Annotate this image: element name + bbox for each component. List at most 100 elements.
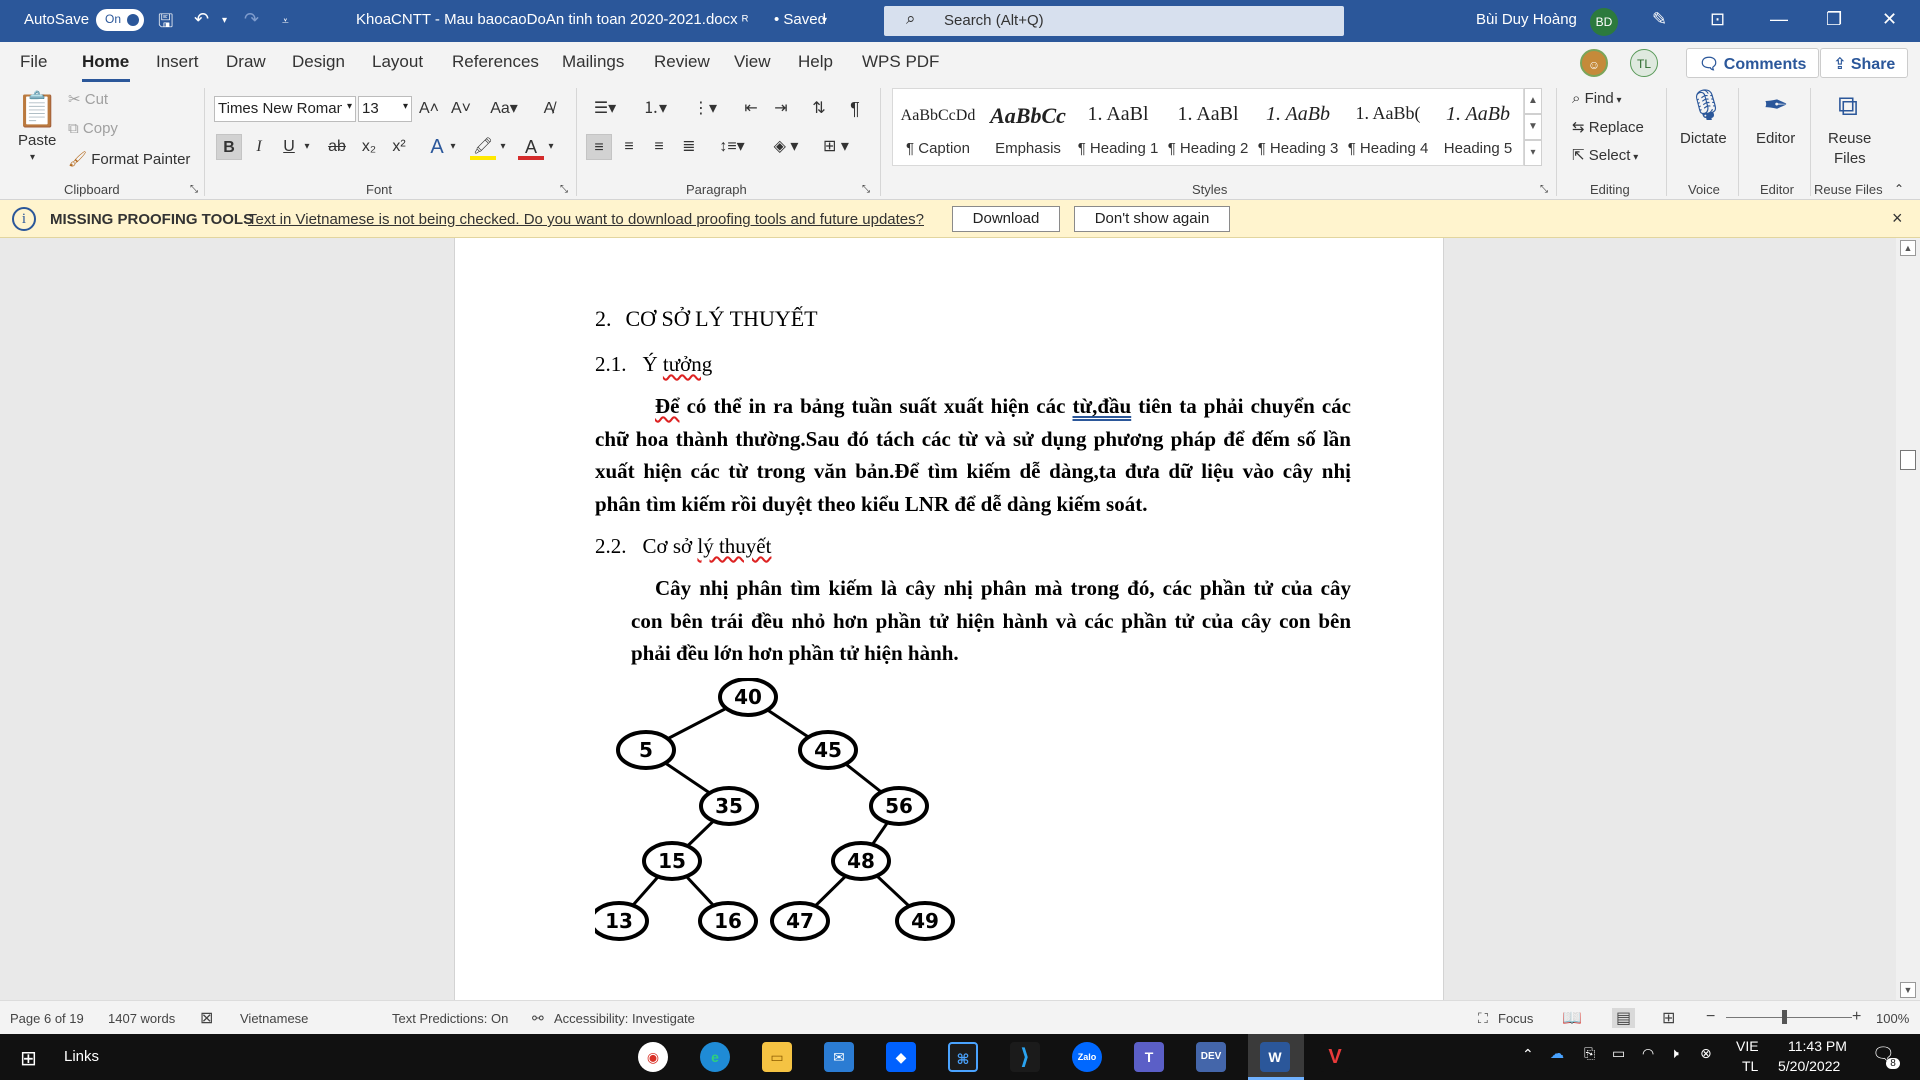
borders-icon[interactable]: ⊞ ▾ [816, 134, 856, 160]
select-button[interactable]: ⇱ Select ▾ [1572, 146, 1638, 164]
font-color-dropdown-icon[interactable]: ▾ [544, 134, 558, 160]
save-icon[interactable]: 🖫 [158, 9, 173, 39]
tab-mailings[interactable]: Mailings [562, 52, 624, 72]
focus-mode[interactable]: Focus [1498, 1011, 1533, 1026]
bookmark-app-icon[interactable]: ⌘ [948, 1042, 978, 1072]
style-caption[interactable]: AaBbCcDd ¶ Caption [893, 89, 983, 165]
line-spacing-icon[interactable]: ↕≡▾ [712, 134, 752, 160]
highlight-dropdown-icon[interactable]: ▾ [496, 134, 510, 160]
vertical-scrollbar[interactable]: ▲ ▼ [1896, 238, 1920, 1000]
tab-wps-pdf[interactable]: WPS PDF [862, 52, 939, 72]
editor-pen-icon[interactable]: ✒ [1756, 88, 1796, 123]
styles-more-icon[interactable]: ▾ [1524, 140, 1542, 166]
input-language[interactable]: VIE [1736, 1038, 1759, 1054]
numbering-icon[interactable]: ⒈▾ [636, 96, 674, 122]
paste-dropdown-icon[interactable]: ▾ [30, 152, 35, 163]
editor-label[interactable]: Editor [1756, 130, 1795, 147]
styles-scroll-up-icon[interactable]: ▲ [1524, 88, 1542, 114]
style-heading-3[interactable]: 1. AaBb ¶ Heading 3 [1253, 89, 1343, 165]
battery-icon[interactable]: ▭ [1612, 1045, 1625, 1062]
tab-help[interactable]: Help [798, 52, 833, 72]
mail-icon[interactable]: ✉ [824, 1042, 854, 1072]
volume-icon[interactable]: 🕨 [1670, 1045, 1679, 1062]
mute-mic-icon[interactable]: ⊗ [1700, 1045, 1712, 1062]
undo-dropdown-icon[interactable]: ▾ [222, 15, 227, 26]
dont-show-again-button[interactable]: Don't show again [1074, 206, 1230, 232]
page-count[interactable]: Page 6 of 19 [10, 1011, 84, 1026]
style-heading-1[interactable]: 1. AaBl ¶ Heading 1 [1073, 89, 1163, 165]
show-formatting-marks-icon[interactable]: ¶ [842, 96, 868, 122]
styles-scroll-down-icon[interactable]: ▼ [1524, 114, 1542, 140]
save-status[interactable]: • Saved [774, 11, 826, 28]
clear-formatting-icon[interactable]: A̸ [536, 96, 562, 122]
windows-start-icon[interactable]: ⊞ [20, 1046, 37, 1071]
replace-button[interactable]: ⇆ Replace [1572, 118, 1644, 136]
format-painter-button[interactable]: 🖌 Format Painter [68, 150, 190, 168]
highlight-icon[interactable]: 🖍 [470, 134, 496, 160]
increase-indent-icon[interactable]: ⇥ [768, 96, 794, 122]
paragraph-idea[interactable]: Để có thể in ra bảng tuần suất xuất hiện… [595, 390, 1351, 520]
word-count[interactable]: 1407 words [108, 1011, 175, 1026]
tab-insert[interactable]: Insert [156, 52, 199, 72]
shading-icon[interactable]: ◈ ▾ [766, 134, 806, 160]
clock-time[interactable]: 11:43 PM [1788, 1038, 1847, 1054]
onedrive-icon[interactable]: ☁ [1550, 1045, 1564, 1062]
strikethrough-button[interactable]: ab [324, 134, 350, 160]
collapse-ribbon-icon[interactable]: ⌃ [1894, 182, 1904, 196]
bold-button[interactable]: B [216, 134, 242, 160]
zoom-slider-thumb[interactable] [1782, 1010, 1787, 1024]
tab-design[interactable]: Design [292, 52, 345, 72]
file-explorer-icon[interactable]: ▭ [762, 1042, 792, 1072]
font-color-icon[interactable]: A [518, 134, 544, 160]
clipboard-launcher-icon[interactable]: ⤡ [190, 184, 198, 195]
word-icon[interactable]: W [1260, 1042, 1290, 1072]
zoom-level[interactable]: 100% [1876, 1011, 1909, 1026]
tab-file[interactable]: File [20, 52, 47, 72]
language[interactable]: Vietnamese [240, 1011, 308, 1026]
wifi-icon[interactable]: ◠ [1642, 1045, 1654, 1062]
zoom-out-icon[interactable]: − [1706, 1008, 1715, 1026]
pen-icon[interactable]: ✎ [1652, 9, 1667, 30]
document-title[interactable]: KhoaCNTT - Mau baocaoDoAn tinh toan 2020… [356, 11, 738, 28]
style-heading-2[interactable]: 1. AaBl ¶ Heading 2 [1163, 89, 1253, 165]
copy-button[interactable]: ⧉ Copy [68, 120, 118, 137]
scroll-thumb[interactable] [1900, 450, 1916, 470]
superscript-button[interactable]: x² [386, 134, 412, 160]
redo-icon[interactable]: ↷ [244, 9, 259, 30]
coauthor-avatar[interactable]: TL [1630, 49, 1658, 77]
vscode-icon[interactable]: ⟩ [1010, 1042, 1040, 1072]
reuse-files-icon[interactable]: ⧉ [1828, 90, 1868, 123]
clock-date[interactable]: 5/20/2022 [1778, 1058, 1840, 1074]
scroll-up-icon[interactable]: ▲ [1900, 240, 1916, 256]
align-left-icon[interactable]: ≡ [586, 134, 612, 160]
font-launcher-icon[interactable]: ⤡ [560, 184, 568, 195]
style-emphasis[interactable]: AaBbCc Emphasis [983, 89, 1073, 165]
align-right-icon[interactable]: ≡ [646, 134, 672, 160]
customize-quick-access-icon[interactable]: ⩡ [282, 14, 289, 29]
share-button[interactable]: ⇪ Share [1820, 48, 1909, 78]
infobar-message-link[interactable]: Text in Vietnamese is not being checked.… [248, 211, 924, 228]
user-name[interactable]: Bùi Duy Hoàng [1476, 11, 1577, 28]
minimize-icon[interactable]: — [1770, 9, 1788, 30]
paragraph-launcher-icon[interactable]: ⤡ [862, 184, 870, 195]
save-status-chevron-icon[interactable]: ▾ [822, 15, 827, 26]
profile-photo-avatar[interactable]: ☺ [1580, 49, 1608, 77]
italic-button[interactable]: I [246, 134, 272, 160]
heading-2-1[interactable]: 2.1. Ý tưởng [595, 352, 712, 377]
justify-icon[interactable]: ≣ [676, 134, 702, 160]
bullets-icon[interactable]: ☰▾ [586, 96, 624, 122]
chrome-icon[interactable]: ◉ [638, 1042, 668, 1072]
tab-view[interactable]: View [734, 52, 771, 72]
change-case-icon[interactable]: Aa▾ [486, 96, 522, 122]
subscript-button[interactable]: x₂ [356, 134, 382, 160]
zalo-icon[interactable]: Zalo [1072, 1042, 1102, 1072]
font-size-box[interactable]: 13 ▾ [358, 96, 412, 122]
tab-layout[interactable]: Layout [372, 52, 423, 72]
proofing-icon[interactable]: ⊠ [200, 1008, 213, 1028]
underline-button[interactable]: U [276, 134, 302, 160]
teams-icon[interactable]: T [1134, 1042, 1164, 1072]
accessibility-icon[interactable]: ⚯ [532, 1010, 544, 1027]
input-method[interactable]: TL [1742, 1058, 1758, 1074]
heading-2-2[interactable]: 2.2. Cơ sở lý thuyết [595, 534, 771, 559]
close-window-icon[interactable]: ✕ [1882, 9, 1897, 30]
